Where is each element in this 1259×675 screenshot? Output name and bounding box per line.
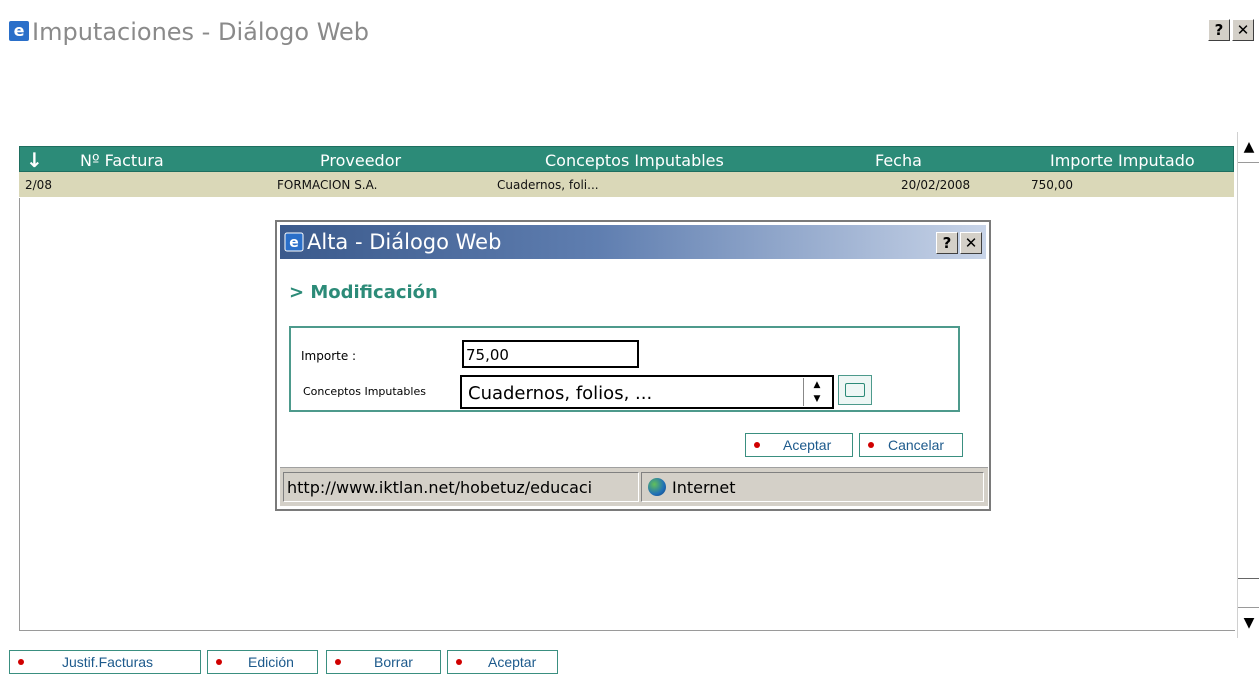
dialog-title-bar: e Alta - Diálogo Web ? ✕ [280, 225, 986, 259]
grid-header: ↓ Nº Factura Proveedor Conceptos Imputab… [19, 146, 1234, 172]
outer-window-title: Imputaciones - Diálogo Web [32, 18, 370, 46]
conceptos-field[interactable]: Cuadernos, folios, ... ▲ ▼ [460, 375, 834, 409]
cancelar-label: Cancelar [888, 437, 945, 453]
aceptar-bottom-button[interactable]: Aceptar [447, 650, 558, 674]
column-header-factura[interactable]: Nº Factura [80, 151, 164, 170]
status-bar: http://www.iktlan.net/hobetuz/educaci In… [280, 467, 988, 506]
dialog-help-button[interactable]: ? [936, 232, 958, 254]
column-header-proveedor[interactable]: Proveedor [320, 151, 401, 170]
help-button[interactable]: ? [1208, 19, 1230, 41]
section-heading: > Modificación [289, 282, 438, 303]
borrar-button[interactable]: Borrar [326, 650, 441, 674]
conceptos-value: Cuadernos, folios, ... [468, 383, 653, 404]
vertical-scrollbar[interactable]: ▲ ▼ [1237, 132, 1259, 638]
borrar-label: Borrar [374, 654, 413, 670]
bullet-icon [456, 659, 462, 665]
justif-facturas-label: Justif.Facturas [62, 654, 154, 670]
cell-fecha: 20/02/2008 [901, 178, 971, 192]
table-row[interactable]: 2/08 FORMACION S.A. Cuadernos, foli... 2… [19, 172, 1234, 197]
outer-title-bar: e Imputaciones - Diálogo Web ? ✕ [0, 0, 1259, 60]
bullet-icon [216, 659, 222, 665]
column-header-fecha[interactable]: Fecha [875, 151, 922, 170]
cell-factura: 2/08 [25, 178, 52, 192]
dialog-title: Alta - Diálogo Web [307, 230, 502, 254]
ie-icon: e [284, 232, 304, 252]
edicion-button[interactable]: Edición [207, 650, 318, 674]
scroll-down-icon[interactable]: ▼ [1238, 607, 1259, 638]
cancelar-button[interactable]: Cancelar [859, 433, 963, 457]
cell-conceptos: Cuadernos, foli... [497, 178, 599, 192]
scroll-up-icon[interactable]: ▲ [1238, 132, 1259, 163]
cell-importe: 750,00 [1031, 178, 1073, 192]
bullet-icon [335, 659, 341, 665]
svg-text:e: e [14, 21, 25, 40]
aceptar-button[interactable]: Aceptar [745, 433, 853, 457]
globe-icon [648, 478, 666, 496]
justif-facturas-button[interactable]: Justif.Facturas [9, 650, 201, 674]
status-zone-label: Internet [672, 478, 736, 497]
cell-proveedor: FORMACION S.A. [277, 178, 378, 192]
alta-dialog: e Alta - Diálogo Web ? ✕ > Modificación … [275, 220, 991, 511]
aceptar-bottom-label: Aceptar [488, 654, 537, 670]
column-header-importe[interactable]: Importe Imputado [1050, 151, 1195, 170]
close-button[interactable]: ✕ [1232, 19, 1254, 41]
ie-icon: e [9, 21, 29, 41]
invoice-grid: ↓ Nº Factura Proveedor Conceptos Imputab… [19, 146, 1234, 197]
column-header-conceptos[interactable]: Conceptos Imputables [545, 151, 724, 170]
bullet-icon [754, 442, 760, 448]
dialog-close-button[interactable]: ✕ [960, 232, 982, 254]
importe-input[interactable]: 75,00 [462, 340, 639, 368]
spinner-down-icon[interactable]: ▼ [804, 392, 830, 406]
keyboard-icon [845, 383, 865, 397]
importe-label: Importe : [301, 349, 357, 363]
spinner-up-icon[interactable]: ▲ [804, 378, 830, 392]
svg-text:e: e [289, 235, 299, 251]
bullet-icon [868, 442, 874, 448]
keyboard-button[interactable] [838, 375, 872, 405]
status-url: http://www.iktlan.net/hobetuz/educaci [283, 472, 639, 502]
conceptos-spinner[interactable]: ▲ ▼ [803, 378, 830, 406]
status-zone: Internet [641, 472, 984, 502]
edicion-label: Edición [248, 654, 294, 670]
scroll-track-line [1238, 578, 1259, 579]
sort-arrow-icon[interactable]: ↓ [26, 148, 43, 172]
conceptos-label: Conceptos Imputables [303, 385, 426, 398]
bullet-icon [18, 659, 24, 665]
aceptar-label: Aceptar [783, 437, 832, 453]
